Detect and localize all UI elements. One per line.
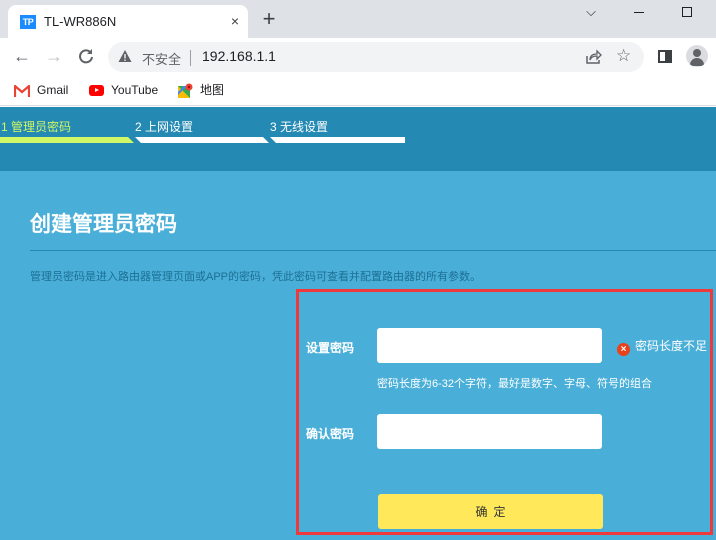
setup-steps-bar: 1 管理员密码 2 上网设置 3 无线设置 <box>0 107 716 171</box>
address-bar[interactable]: 不安全 192.168.1.1 ☆ <box>108 42 644 72</box>
bookmark-maps[interactable]: 地图 <box>178 81 224 99</box>
step-admin-password: 1 管理员密码 <box>1 120 72 134</box>
bookmarks-bar: Gmail YouTube 地图 <box>0 74 716 106</box>
maximize-button[interactable] <box>676 2 698 24</box>
gmail-icon <box>14 84 30 97</box>
step-internet-settings: 2 上网设置 <box>135 120 194 134</box>
bookmark-youtube[interactable]: YouTube <box>89 81 158 99</box>
password-hint: 密码长度为6-32个字符，最好是数字、字母、符号的组合 <box>377 378 653 390</box>
confirm-password-input[interactable] <box>377 414 602 449</box>
side-panel-icon[interactable] <box>658 50 672 63</box>
forward-arrow-icon[interactable]: → <box>42 44 66 68</box>
browser-tab[interactable]: TP TL-WR886N × <box>8 5 248 38</box>
bookmark-label: Gmail <box>37 83 69 97</box>
bookmark-label: 地图 <box>200 83 225 97</box>
avatar-head <box>693 49 701 57</box>
confirm-password-label: 确认密码 <box>306 427 355 441</box>
avatar-body <box>690 58 704 66</box>
step-wireless-settings: 3 无线设置 <box>270 120 329 134</box>
youtube-icon <box>89 85 104 97</box>
tab-strip: TP TL-WR886N × + ⌵ <box>0 0 716 38</box>
password-label: 设置密码 <box>306 341 355 355</box>
tab-title: TL-WR886N <box>44 14 117 29</box>
confirm-button[interactable]: 确定 <box>378 494 603 529</box>
page-description: 管理员密码是进入路由器管理页面或APP的密码，凭此密码可查看并配置路由器的所有参… <box>30 271 482 283</box>
title-divider <box>30 250 716 251</box>
maps-icon <box>178 83 193 99</box>
bookmark-star-icon[interactable]: ☆ <box>616 46 631 66</box>
password-error: × 密码长度不足 <box>617 338 708 356</box>
minimize-icon <box>634 12 644 13</box>
new-tab-button[interactable]: + <box>258 8 280 31</box>
maximize-icon <box>682 7 692 17</box>
page-title: 创建管理员密码 <box>30 213 177 236</box>
url-text[interactable]: 192.168.1.1 <box>202 48 276 64</box>
bookmark-label: YouTube <box>111 83 159 97</box>
close-tab-icon[interactable]: × <box>226 12 244 30</box>
profile-avatar-icon[interactable] <box>686 45 708 67</box>
browser-toolbar: ← → 不安全 192.168.1.1 ☆ <box>0 38 716 74</box>
bookmark-gmail[interactable]: Gmail <box>14 81 68 99</box>
step-progress-segment-active <box>0 137 134 143</box>
omnibox-divider <box>190 50 191 66</box>
tplink-favicon-icon: TP <box>20 15 36 29</box>
reload-icon[interactable] <box>74 44 98 68</box>
warning-triangle-icon <box>118 50 132 62</box>
back-arrow-icon[interactable]: ← <box>10 44 34 68</box>
password-input[interactable] <box>377 328 602 363</box>
error-x-icon: × <box>617 343 630 356</box>
share-icon[interactable] <box>584 48 602 66</box>
step-progress-segment <box>270 137 405 143</box>
minimize-button[interactable] <box>628 2 650 24</box>
not-secure-label[interactable]: 不安全 <box>142 49 181 68</box>
error-text: 密码长度不足 <box>635 339 708 353</box>
step-progress-segment <box>135 137 269 143</box>
router-setup-page: 1 管理员密码 2 上网设置 3 无线设置 创建管理员密码 管理员密码是进入路由… <box>0 107 716 540</box>
tab-search-chevron-icon[interactable]: ⌵ <box>580 2 602 24</box>
